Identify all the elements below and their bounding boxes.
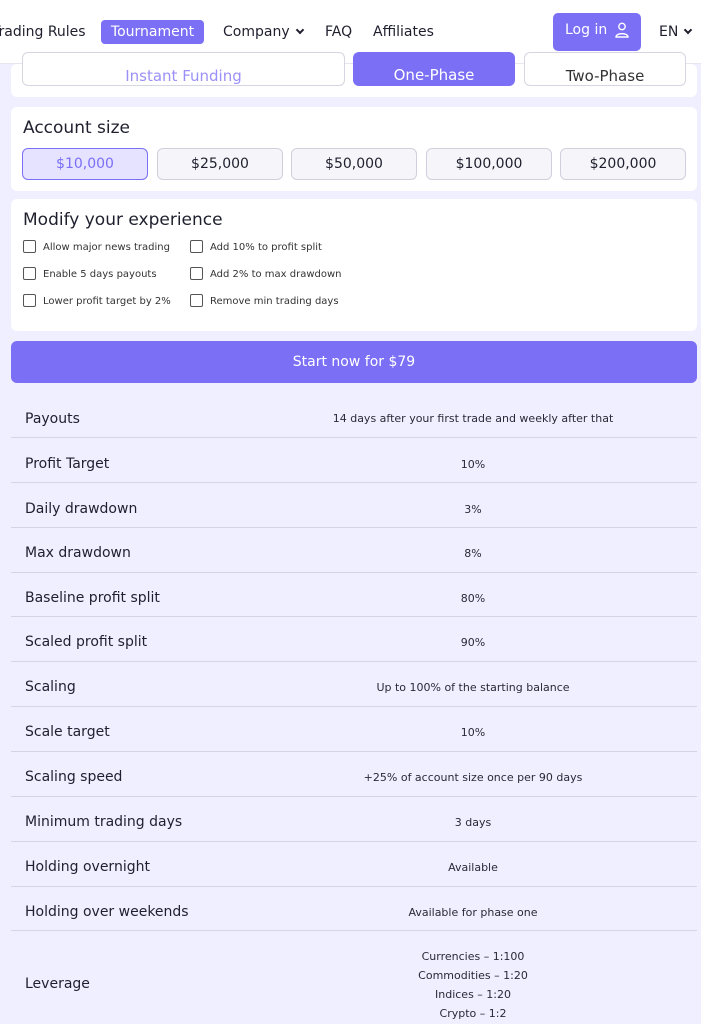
- row-value: 10%: [460, 458, 486, 471]
- row-value: 90%: [460, 636, 486, 649]
- nav-company-label: Company: [223, 24, 290, 40]
- language-selector[interactable]: EN: [659, 23, 693, 41]
- checkbox[interactable]: [23, 293, 36, 307]
- table-row: Scale target 10%: [11, 707, 697, 752]
- size-option-50000[interactable]: $50,000: [291, 148, 417, 180]
- option-news-trading[interactable]: Allow major news trading: [23, 239, 170, 256]
- nav-trading-rules[interactable]: Trading Rules: [0, 23, 86, 41]
- phase-card: Instant Funding One-Phase Two-Phase: [11, 52, 697, 97]
- row-value: Available for phase one: [408, 906, 538, 919]
- table-row: Scaling Up to 100% of the starting balanc…: [11, 662, 697, 707]
- option-label: Lower profit target by 2%: [43, 296, 171, 307]
- checkbox[interactable]: [190, 293, 203, 307]
- login-label: Log in: [565, 22, 608, 38]
- option-5-day-payouts[interactable]: Enable 5 days payouts: [23, 266, 157, 283]
- table-row-leverage: Leverage Currencies – 1:100 Commodities …: [11, 931, 697, 1024]
- row-value: 3 days: [454, 816, 492, 829]
- leverage-commodities: Commodities – 1:20: [418, 969, 528, 982]
- size-option-10000[interactable]: $10,000: [22, 148, 148, 180]
- row-label: Scaling speed: [25, 769, 123, 785]
- account-size-title: Account size: [23, 118, 131, 138]
- row-value: 80%: [460, 592, 486, 605]
- table-row: Holding overnight Available: [11, 842, 697, 887]
- leverage-crypto: Crypto – 1:2: [439, 1007, 507, 1020]
- row-label: Minimum trading days: [25, 814, 183, 830]
- row-label: Holding over weekends: [25, 904, 189, 920]
- row-value: 3%: [464, 503, 482, 516]
- row-value: 10%: [460, 726, 486, 739]
- modify-experience-card: Modify your experience Allow major news …: [11, 199, 697, 331]
- checkbox[interactable]: [190, 266, 203, 280]
- size-option-100000[interactable]: $100,000: [426, 148, 552, 180]
- option-label: Remove min trading days: [210, 296, 339, 307]
- table-row: Profit Target 10%: [11, 438, 697, 483]
- size-option-200000[interactable]: $200,000: [560, 148, 686, 180]
- row-label: Scaling: [25, 679, 76, 695]
- phase-two-phase[interactable]: Two-Phase: [524, 52, 686, 86]
- row-label: Daily drawdown: [25, 501, 138, 517]
- table-row: Daily drawdown 3%: [11, 483, 697, 528]
- table-row: Max drawdown 8%: [11, 528, 697, 573]
- phase-instant-funding-label: Instant Funding: [125, 67, 242, 85]
- language-label: EN: [659, 24, 679, 40]
- account-size-card: Account size $10,000 $25,000 $50,000 $10…: [11, 107, 697, 191]
- option-label: Add 10% to profit split: [210, 242, 322, 253]
- user-icon: [615, 22, 629, 38]
- option-remove-min-days[interactable]: Remove min trading days: [190, 293, 339, 310]
- table-row: Payouts 14 days after your first trade an…: [11, 398, 697, 438]
- size-option-25000[interactable]: $25,000: [157, 148, 283, 180]
- leverage-indices: Indices – 1:20: [435, 988, 511, 1001]
- row-value: +25% of account size once per 90 days: [363, 771, 583, 784]
- row-label: Profit Target: [25, 456, 110, 472]
- nav-faq[interactable]: FAQ: [325, 23, 352, 41]
- row-value: 14 days after your first trade and weekl…: [332, 412, 614, 425]
- phase-one-phase[interactable]: One-Phase: [353, 52, 515, 86]
- option-max-drawdown[interactable]: Add 2% to max drawdown: [190, 266, 342, 283]
- phase-instant-funding[interactable]: Instant Funding: [22, 52, 345, 86]
- checkbox[interactable]: [23, 266, 36, 280]
- checkbox[interactable]: [23, 239, 36, 253]
- row-label: Baseline profit split: [25, 590, 160, 606]
- option-label: Allow major news trading: [43, 242, 170, 253]
- leverage-currencies: Currencies – 1:100: [421, 950, 525, 963]
- option-label: Enable 5 days payouts: [43, 269, 157, 280]
- row-label: Holding overnight: [25, 859, 150, 875]
- option-label: Add 2% to max drawdown: [210, 269, 342, 280]
- table-row: Scaled profit split 90%: [11, 617, 697, 662]
- start-now-button[interactable]: Start now for $79: [11, 341, 697, 383]
- row-value: Up to 100% of the starting balance: [376, 681, 570, 694]
- row-label: Scaled profit split: [25, 634, 148, 650]
- login-button[interactable]: Log in: [553, 13, 641, 51]
- row-label: Leverage: [25, 976, 90, 992]
- nav-company[interactable]: Company: [223, 23, 304, 41]
- row-label: Payouts: [25, 411, 80, 427]
- chevron-down-icon: [684, 25, 693, 35]
- table-row: Minimum trading days 3 days: [11, 797, 697, 842]
- nav-affiliates[interactable]: Affiliates: [373, 23, 434, 41]
- modify-title: Modify your experience: [23, 210, 223, 230]
- chevron-down-icon: [295, 25, 304, 35]
- row-label: Scale target: [25, 724, 110, 740]
- row-label: Max drawdown: [25, 545, 131, 561]
- table-row: Holding over weekends Available for phase…: [11, 887, 697, 931]
- row-value: Available: [448, 861, 498, 874]
- nav-tournament[interactable]: Tournament: [101, 20, 204, 44]
- row-value: 8%: [464, 547, 482, 560]
- option-lower-profit-target[interactable]: Lower profit target by 2%: [23, 293, 171, 310]
- leverage-values: Currencies – 1:100 Commodities – 1:20 In…: [271, 947, 675, 1023]
- table-row: Baseline profit split 80%: [11, 573, 697, 617]
- option-profit-split[interactable]: Add 10% to profit split: [190, 239, 322, 256]
- checkbox[interactable]: [190, 239, 203, 253]
- table-row: Scaling speed +25% of account size once p…: [11, 752, 697, 797]
